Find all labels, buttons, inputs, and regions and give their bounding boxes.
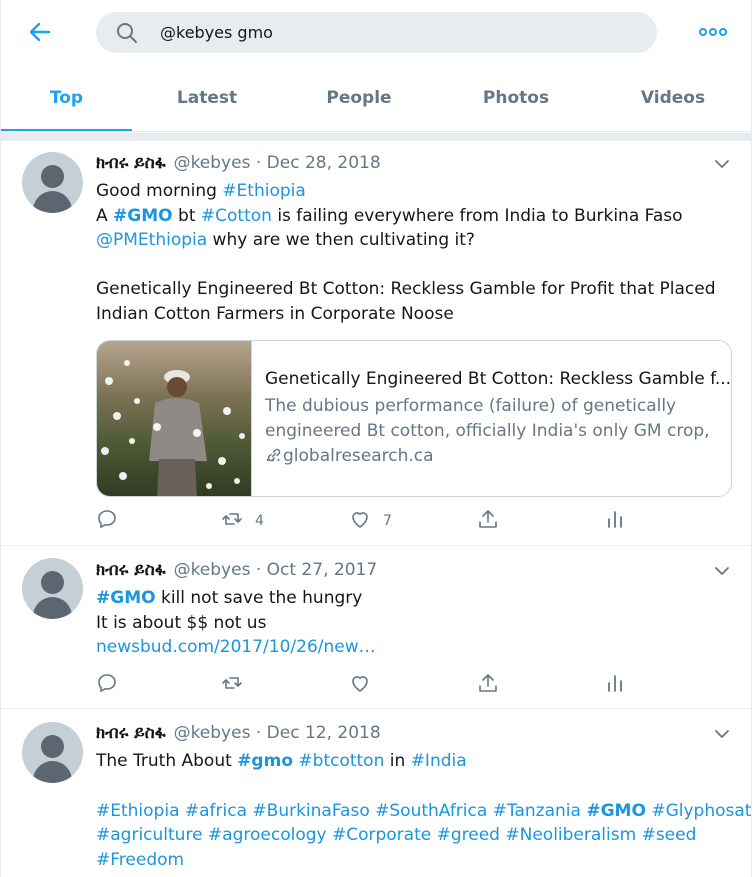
author-meta: @kebyes · Dec 12, 2018 (173, 723, 381, 743)
card-domain: globalresearch.ca (265, 446, 434, 466)
author-name[interactable]: ክብሩ ይስፋ (96, 153, 166, 173)
reply-button[interactable] (96, 673, 118, 697)
retweet-button[interactable] (221, 673, 243, 697)
reply-button[interactable] (96, 509, 118, 533)
hashtag-link[interactable]: #Glyphosate (646, 801, 751, 821)
like-button[interactable]: 7 (349, 509, 392, 533)
back-arrow-icon[interactable] (27, 19, 53, 45)
search-query[interactable]: @kebyes gmo (160, 23, 273, 42)
tweet-actions: 4 7 (96, 509, 636, 533)
share-button[interactable] (477, 509, 499, 533)
text-fragment: A (96, 205, 114, 226)
tweet-header: ክብሩ ይስፋ @kebyes · Dec 12, 2018 (96, 723, 381, 743)
hashtag-link[interactable]: #gmo (237, 751, 293, 771)
retweet-button[interactable]: 4 (221, 509, 264, 533)
text-fragment: It is about $$ not us (96, 612, 267, 633)
tweet[interactable]: ክብሩ ይስፋ @kebyes · Oct 27, 2017 #GMO kill … (1, 546, 751, 709)
card-thumbnail (97, 341, 252, 496)
text-fragment: Good morning (96, 181, 223, 201)
hashtag-link[interactable]: #agriculture #agroecology #Corporate #gr… (96, 823, 736, 848)
author-name[interactable]: ክብሩ ይስፋ (96, 560, 166, 580)
hashtag-link[interactable]: #Cotton (201, 206, 272, 226)
reply-icon (96, 672, 118, 698)
hashtag-link[interactable]: #GMO (586, 801, 646, 821)
avatar[interactable] (22, 558, 83, 619)
reply-icon (96, 508, 118, 534)
text-fragment: is failing everywhere from India to Burk… (271, 205, 683, 226)
share-icon (477, 508, 499, 534)
hashtag-link[interactable]: #Ethiopia #africa #BurkinaFaso #SouthAfr… (96, 801, 586, 821)
like-button[interactable] (349, 673, 371, 697)
tab-people[interactable]: People (284, 66, 434, 131)
tweet[interactable]: ክብሩ ይስፋ @kebyes · Dec 28, 2018 Good morni… (1, 142, 751, 546)
hashtag-link[interactable]: #GMO (96, 588, 156, 608)
link-icon (265, 446, 283, 466)
retweet-icon (221, 672, 243, 698)
text-fragment: bt (172, 205, 201, 226)
chevron-down-icon[interactable] (714, 156, 730, 172)
like-icon (349, 508, 371, 534)
text-fragment: in (384, 751, 411, 771)
hashtag-link[interactable]: #GMO (113, 206, 173, 226)
avatar[interactable] (22, 152, 83, 213)
tweet-header: ክብሩ ይስፋ @kebyes · Dec 28, 2018 (96, 153, 381, 173)
retweet-count: 4 (255, 513, 264, 529)
card-title: Genetically Engineered Bt Cotton: Reckle… (265, 369, 732, 389)
search-results-page: @kebyes gmo Top Latest People Photos Vid… (0, 0, 752, 877)
text-fragment: why are we then cultivating it? (207, 230, 475, 250)
retweet-icon (221, 508, 243, 534)
tab-latest[interactable]: Latest (132, 66, 282, 131)
like-icon (349, 672, 371, 698)
tweet-text: Good morning #Ethiopia A #GMO bt #Cotton… (96, 179, 736, 326)
tweet-text: The Truth About #gmo #btcotton in #India… (96, 749, 751, 873)
more-icon[interactable] (698, 22, 728, 42)
author-name[interactable]: ክብሩ ይስፋ (96, 723, 166, 743)
chevron-down-icon[interactable] (714, 726, 730, 742)
hashtag-link[interactable]: #btcotton (298, 751, 384, 771)
search-icon (116, 22, 138, 44)
search-input[interactable]: @kebyes gmo (96, 12, 657, 53)
top-bar: @kebyes gmo (1, 0, 751, 66)
share-button[interactable] (477, 673, 499, 697)
avatar[interactable] (22, 722, 83, 783)
card-domain-text: globalresearch.ca (283, 446, 434, 466)
author-meta: @kebyes · Dec 28, 2018 (173, 153, 381, 173)
text-fragment: The Truth About (96, 751, 238, 771)
text-fragment: Genetically Engineered Bt Cotton: Reckle… (96, 279, 716, 324)
section-divider (1, 133, 751, 141)
mention-link[interactable]: @PMEthiopia (96, 230, 207, 250)
author-meta: @kebyes · Oct 27, 2017 (173, 560, 378, 580)
analytics-button[interactable] (604, 509, 626, 533)
analytics-icon (604, 508, 626, 534)
tab-photos[interactable]: Photos (441, 66, 591, 131)
url-link[interactable]: newsbud.com/2017/10/26/new… (96, 637, 376, 657)
hashtag-link[interactable]: #Ethiopia (222, 181, 305, 201)
analytics-icon (604, 672, 626, 698)
link-card[interactable]: Genetically Engineered Bt Cotton: Reckle… (96, 340, 732, 497)
search-tabs: Top Latest People Photos Videos (1, 66, 751, 132)
tweet-actions (96, 673, 636, 697)
tab-videos[interactable]: Videos (598, 66, 748, 131)
chevron-down-icon[interactable] (714, 563, 730, 579)
text-fragment: kill not save the hungry (155, 588, 363, 608)
like-count: 7 (383, 513, 392, 529)
tab-top[interactable]: Top (1, 66, 132, 131)
hashtag-link[interactable]: #Freedom (96, 848, 736, 873)
tweet-header: ክብሩ ይስፋ @kebyes · Oct 27, 2017 (96, 560, 377, 580)
share-icon (477, 672, 499, 698)
hashtag-link[interactable]: #India (411, 751, 467, 771)
tweet-text: #GMO kill not save the hungry It is abou… (96, 586, 736, 660)
tweet[interactable]: ክብሩ ይስፋ @kebyes · Dec 12, 2018 The Truth … (1, 710, 751, 877)
analytics-button[interactable] (604, 673, 626, 697)
